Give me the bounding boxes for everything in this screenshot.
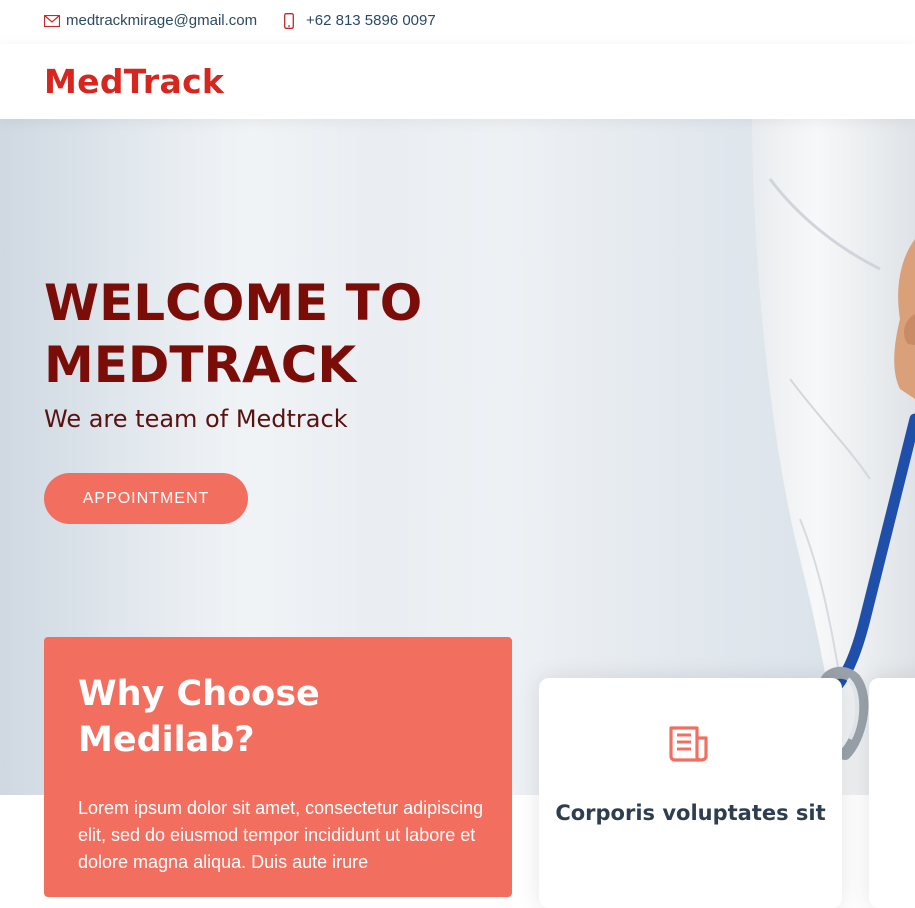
contact-phone[interactable]: +62 813 5896 0097 xyxy=(284,12,436,29)
top-bar: medtrackmirage@gmail.com +62 813 5896 00… xyxy=(0,0,915,44)
feature-card: Corporis voluptates sit xyxy=(539,678,842,908)
contact-email-text: medtrackmirage@gmail.com xyxy=(66,12,258,29)
feature-card-partial xyxy=(869,678,915,908)
document-icon xyxy=(669,726,709,767)
site-logo[interactable]: MedTrack xyxy=(44,62,224,101)
feature-card-title: Corporis voluptates sit xyxy=(555,801,826,825)
why-title-line1: Why Choose xyxy=(78,674,320,714)
contact-phone-text: +62 813 5896 0097 xyxy=(306,12,436,29)
why-choose-box: Why Choose Medilab? Lorem ipsum dolor si… xyxy=(44,637,512,897)
envelope-icon xyxy=(44,14,60,27)
why-choose-title: Why Choose Medilab? xyxy=(78,671,498,763)
contact-email[interactable]: medtrackmirage@gmail.com xyxy=(44,12,257,29)
phone-icon xyxy=(284,12,294,29)
site-header: MedTrack xyxy=(0,44,915,119)
hero-title-line2: MEDTRACK xyxy=(44,336,357,394)
appointment-button[interactable]: APPOINTMENT xyxy=(44,473,248,524)
why-choose-text: Lorem ipsum dolor sit amet, consectetur … xyxy=(78,798,484,872)
hero-title-line1: WELCOME TO xyxy=(44,274,423,332)
why-title-line2: Medilab? xyxy=(78,720,255,760)
hero-subtitle: We are team of Medtrack xyxy=(44,405,348,433)
hero-title: WELCOME TO MEDTRACK xyxy=(44,272,564,396)
